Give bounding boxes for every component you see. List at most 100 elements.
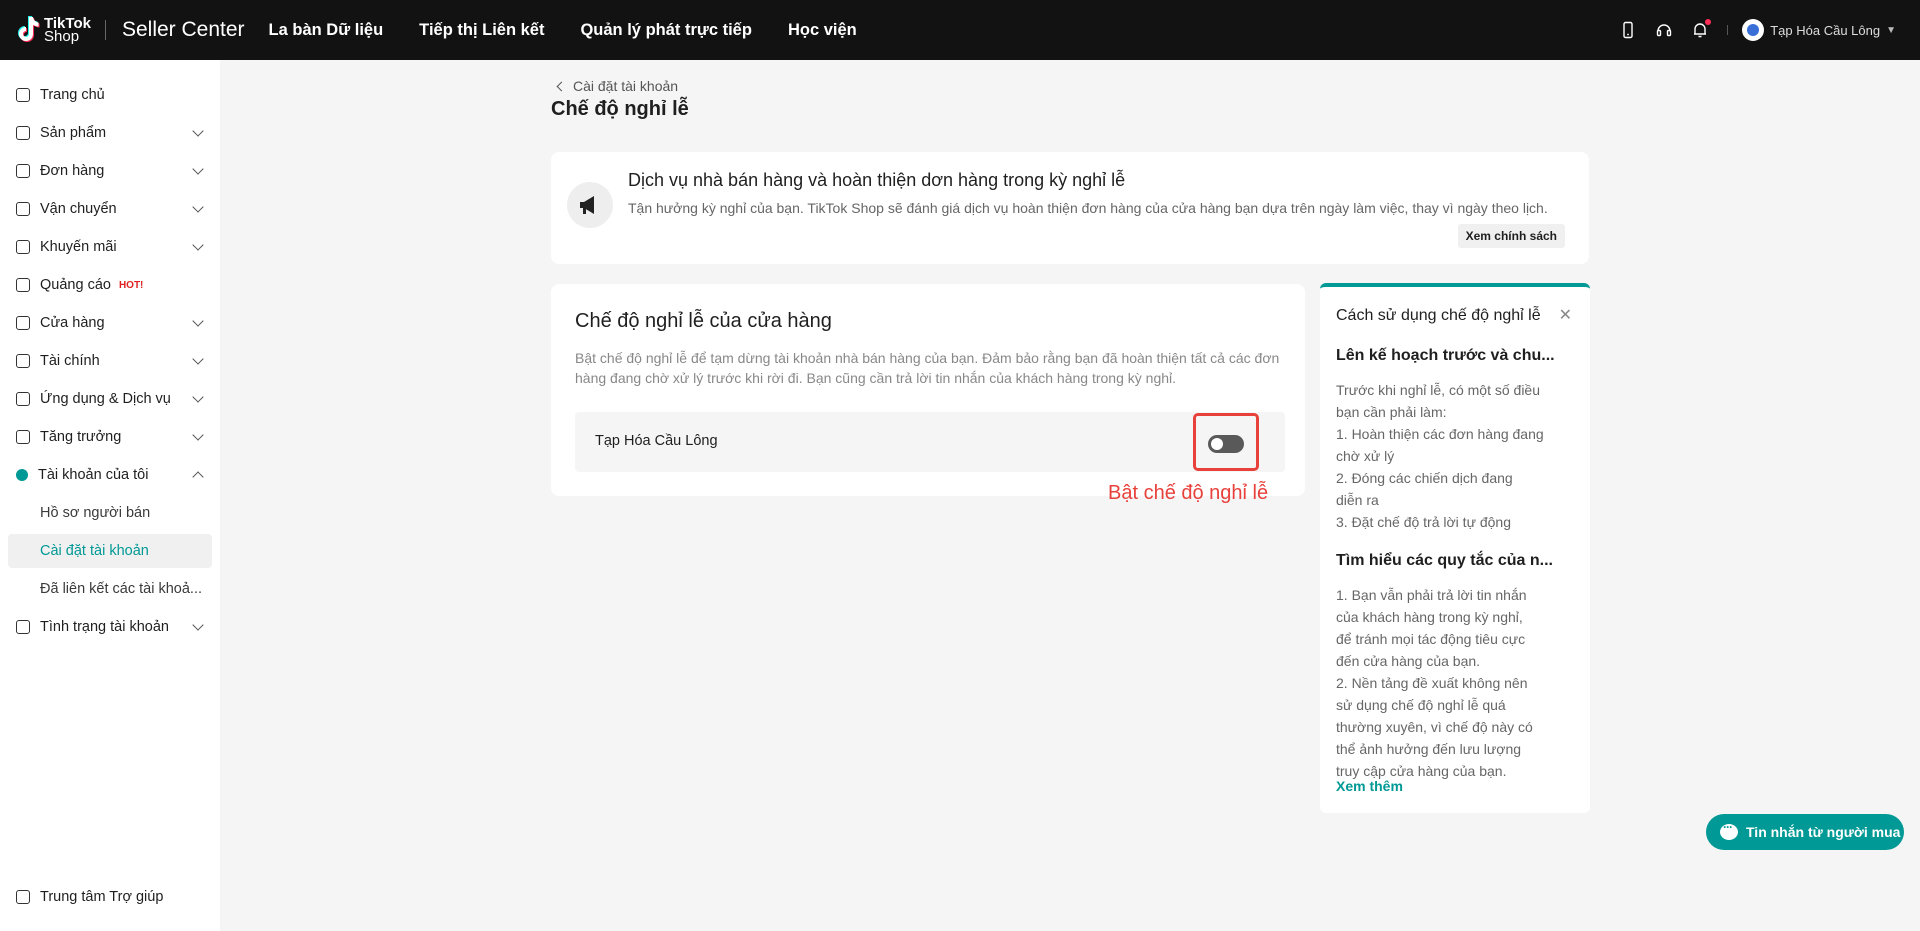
- guide-line: đến cửa hàng của bạn.: [1336, 653, 1481, 669]
- apps-icon: [16, 392, 30, 406]
- chevron-down-icon: [192, 125, 204, 137]
- guide-plan-text: Trước khi nghỉ lễ, có một số điều bạn cầ…: [1336, 379, 1556, 533]
- finance-icon: [16, 354, 30, 368]
- chevron-down-icon: [192, 201, 204, 213]
- nav-affiliate-marketing[interactable]: Tiếp thị Liên kết: [419, 21, 544, 40]
- buyer-messages-button[interactable]: Tin nhắn từ người mua: [1706, 814, 1904, 850]
- vacation-mode-toggle[interactable]: [1208, 435, 1244, 453]
- sidebar-item-label: Cửa hàng: [40, 315, 105, 331]
- chevron-up-icon: [192, 471, 204, 483]
- seller-center-title: Seller Center: [121, 18, 245, 41]
- sidebar-item-label: Khuyến mãi: [40, 239, 117, 255]
- tiktok-shop-logo[interactable]: TikTok Shop: [14, 15, 91, 45]
- store-icon: [16, 316, 30, 330]
- guide-line: sử dụng chế độ nghỉ lễ quá: [1336, 697, 1506, 713]
- logo-line-shop: Shop: [44, 28, 80, 45]
- top-right-tools: Tạp Hóa Cầu Lông ▼: [1601, 0, 1896, 60]
- banner-title: Dịch vụ nhà bán hàng và hoàn thiện dơn h…: [628, 170, 1126, 190]
- vacation-guide-panel: Cách sử dụng chế độ nghỉ lễ ✕ Lên kế hoạ…: [1320, 283, 1590, 813]
- close-icon[interactable]: ✕: [1559, 305, 1572, 325]
- vacation-mode-card: Chế độ nghỉ lễ của cửa hàng Bật chế độ n…: [551, 284, 1305, 496]
- sidebar-item-label: Ứng dụng & Dịch vụ: [40, 391, 171, 407]
- sidebar-item-ads[interactable]: Quảng cáo HOT!: [8, 268, 212, 302]
- guide-line: thể ảnh hưởng đến lưu lượng: [1336, 741, 1522, 757]
- sidebar-item-store[interactable]: Cửa hàng: [8, 306, 212, 340]
- sidebar-item-label: Hồ sơ người bán: [40, 505, 151, 521]
- top-separator: [1727, 25, 1729, 35]
- sidebar-item-help-center[interactable]: Trung tâm Trợ giúp: [8, 880, 212, 914]
- nav-data-compass[interactable]: La bàn Dữ liệu: [269, 21, 384, 40]
- sidebar-item-home[interactable]: Trang chủ: [8, 78, 212, 112]
- sidebar-item-promotions[interactable]: Khuyến mãi: [8, 230, 212, 264]
- toggle-highlight-box: [1193, 413, 1259, 471]
- sidebar-item-apps-services[interactable]: Ứng dụng & Dịch vụ: [8, 382, 212, 416]
- chevron-down-icon: [192, 429, 204, 441]
- guide-line: 3. Đặt chế độ trả lời tự động: [1336, 514, 1511, 530]
- megaphone-icon: [567, 182, 613, 228]
- support-headset-icon[interactable]: [1655, 21, 1673, 39]
- sidebar-item-label: Tình trạng tài khoản: [40, 619, 169, 635]
- growth-icon: [16, 430, 30, 444]
- chevron-down-icon: [192, 315, 204, 327]
- home-icon: [16, 88, 30, 102]
- guide-line: Trước khi nghỉ lễ, có một số điều: [1336, 382, 1541, 398]
- guide-line: 2. Đóng các chiến dịch đang: [1336, 470, 1513, 486]
- guide-line: 1. Hoàn thiện các đơn hàng đang: [1336, 426, 1544, 442]
- sidebar-item-products[interactable]: Sản phẩm: [8, 116, 212, 150]
- sidebar-item-my-account[interactable]: Tài khoản của tôi: [8, 458, 212, 492]
- sidebar-item-label: Trang chủ: [40, 87, 105, 103]
- annotation-enable-vacation: Bật chế độ nghỉ lễ: [1108, 482, 1269, 504]
- sidebar-item-linked-accounts[interactable]: Đã liên kết các tài khoả...: [8, 572, 212, 606]
- nav-academy[interactable]: Học viện: [788, 21, 857, 40]
- avatar-icon: [1747, 24, 1760, 36]
- sidebar-item-label: Đơn hàng: [40, 163, 105, 179]
- guide-heading-rules: Tìm hiểu các quy tắc của n...: [1336, 552, 1553, 569]
- sidebar-item-label: Quảng cáo: [40, 277, 111, 293]
- sidebar-item-orders[interactable]: Đơn hàng: [8, 154, 212, 188]
- chat-bubble-icon: [1720, 820, 1738, 840]
- top-bar: TikTok Shop Seller Center La bàn Dữ liệu…: [0, 0, 1920, 60]
- sidebar-item-label: Vận chuyển: [40, 201, 117, 217]
- hot-badge: HOT!: [118, 279, 144, 291]
- guide-line: chờ xử lý: [1336, 448, 1395, 464]
- guide-line: 2. Nền tảng đề xuất không nên: [1336, 675, 1528, 691]
- guide-line: thường xuyên, vì chế độ này có: [1336, 719, 1533, 735]
- sidebar-item-shipping[interactable]: Vận chuyển: [8, 192, 212, 226]
- guide-line: diễn ra: [1336, 492, 1379, 508]
- product-icon: [16, 126, 30, 140]
- banner-description: Tận hưởng kỳ nghỉ của bạn. TikTok Shop s…: [628, 200, 1548, 216]
- page-title: Chế độ nghỉ lễ: [551, 98, 689, 120]
- ads-icon: [16, 278, 30, 292]
- breadcrumb-label: Cài đặt tài khoản: [573, 78, 679, 94]
- sidebar-item-label: Trung tâm Trợ giúp: [40, 889, 164, 905]
- holiday-service-banner: Dịch vụ nhà bán hàng và hoàn thiện dơn h…: [551, 152, 1589, 264]
- notification-dot: [1705, 19, 1712, 25]
- sidebar-item-label: Tăng trưởng: [40, 429, 122, 445]
- logo-divider: [104, 20, 106, 40]
- account-icon: [16, 469, 28, 481]
- sidebar-item-account-settings[interactable]: Cài đặt tài khoản: [8, 534, 212, 568]
- sidebar-item-seller-profile[interactable]: Hồ sơ người bán: [8, 496, 212, 530]
- sidebar-item-finance[interactable]: Tài chính: [8, 344, 212, 378]
- guide-line: để tránh mọi tác động tiêu cực: [1336, 631, 1526, 647]
- sidebar-item-label: Tài chính: [40, 353, 100, 369]
- sidebar: Trang chủ Sản phẩm Đơn hàng Vận chuyển K…: [0, 60, 220, 931]
- mobile-phone-icon[interactable]: [1619, 21, 1637, 39]
- sidebar-item-label: Cài đặt tài khoản: [40, 543, 149, 559]
- sidebar-item-growth[interactable]: Tăng trưởng: [8, 420, 212, 454]
- shop-avatar[interactable]: [1742, 19, 1765, 41]
- header-shop-name[interactable]: Tạp Hóa Cầu Lông: [1770, 23, 1880, 38]
- chevron-down-icon: [192, 391, 204, 403]
- sidebar-item-account-health[interactable]: Tình trạng tài khoản: [8, 610, 212, 644]
- chevron-down-icon[interactable]: ▼: [1886, 25, 1896, 36]
- breadcrumb[interactable]: Cài đặt tài khoản: [556, 78, 679, 94]
- see-more-link[interactable]: Xem thêm: [1336, 778, 1403, 794]
- chevron-down-icon: [192, 163, 204, 175]
- guide-title: Cách sử dụng chế độ nghỉ lễ: [1336, 307, 1541, 324]
- nav-live-management[interactable]: Quản lý phát trực tiếp: [580, 21, 751, 40]
- guide-line: bạn cần phải làm:: [1336, 404, 1447, 420]
- vacation-card-description: Bật chế độ nghỉ lễ để tạm dừng tài khoản…: [575, 350, 1280, 386]
- notification-bell[interactable]: [1691, 19, 1712, 39]
- top-nav: La bàn Dữ liệu Tiếp thị Liên kết Quản lý…: [269, 21, 893, 40]
- view-policy-button[interactable]: Xem chính sách: [1457, 224, 1565, 248]
